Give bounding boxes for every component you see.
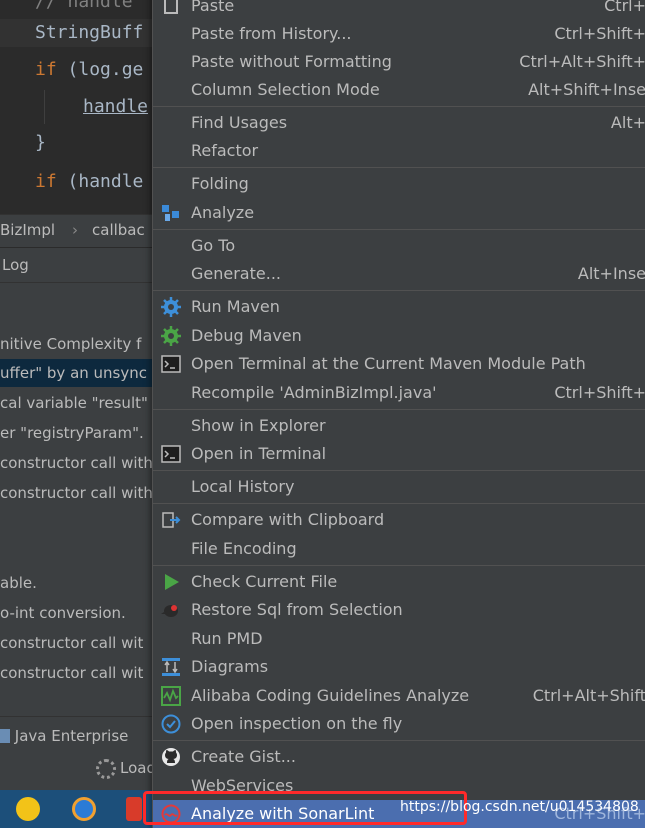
- code-line: handle: [83, 96, 149, 117]
- paste-icon: [164, 0, 178, 14]
- code-line-current: StringBuff: [0, 19, 160, 47]
- log-line[interactable]: able.: [0, 569, 37, 597]
- os-taskbar: [0, 790, 160, 828]
- breadcrumb-class[interactable]: BizImpl: [0, 221, 55, 239]
- terminal-icon: [161, 355, 181, 373]
- check-circle-icon: [161, 714, 181, 734]
- menu-item-generate[interactable]: Generate... Alt+Inse: [153, 260, 645, 288]
- indent-guide: [44, 90, 45, 124]
- menu-item-file-encoding[interactable]: File Encoding: [153, 535, 645, 563]
- log-line[interactable]: constructor call with: [0, 449, 153, 477]
- menu-item-check-current-file[interactable]: Check Current File: [153, 568, 645, 596]
- menu-item-paste-without-formatting[interactable]: Paste without Formatting Ctrl+Alt+Shift+: [153, 48, 645, 76]
- menu-item-open-terminal-maven[interactable]: Open Terminal at the Current Maven Modul…: [153, 350, 645, 378]
- mybatis-bird-icon: [161, 605, 178, 617]
- taskbar-app-icon[interactable]: [16, 797, 40, 821]
- menu-item-alibaba-analyze[interactable]: Alibaba Coding Guidelines Analyze Ctrl+A…: [153, 682, 645, 710]
- menu-item-compare-with-clipboard[interactable]: Compare with Clipboard: [153, 506, 645, 534]
- menu-item-column-selection-mode[interactable]: Column Selection Mode Alt+Shift+Inse: [153, 76, 645, 104]
- code-editor[interactable]: // handle StringBuff if (log.ge handle }…: [0, 0, 160, 213]
- taskbar-office-icon[interactable]: [126, 797, 142, 821]
- menu-item-create-gist[interactable]: Create Gist...: [153, 743, 645, 771]
- diagram-icon: [162, 658, 180, 676]
- menu-item-paste-from-history[interactable]: Paste from History... Ctrl+Shift+: [153, 20, 645, 48]
- menu-item-run-maven[interactable]: Run Maven: [153, 293, 645, 321]
- menu-separator: [153, 167, 645, 168]
- tab-java-enterprise[interactable]: Java Enterprise: [0, 727, 128, 745]
- menu-item-recompile[interactable]: Recompile 'AdminBizImpl.java' Ctrl+Shift…: [153, 379, 645, 407]
- code-line: }: [35, 132, 46, 153]
- breadcrumb: BizImpl › callbac: [0, 214, 160, 248]
- code-line: // handle: [35, 0, 133, 12]
- log-line[interactable]: nitive Complexity f: [0, 330, 141, 358]
- code-line: if (log.ge: [35, 59, 144, 80]
- menu-separator: [153, 740, 645, 741]
- menu-item-find-usages[interactable]: Find Usages Alt+: [153, 109, 645, 137]
- log-line[interactable]: er "registryParam".: [0, 419, 144, 447]
- breadcrumb-method[interactable]: callbac: [92, 221, 145, 239]
- context-menu: Paste Ctrl+ Paste from History... Ctrl+S…: [152, 0, 645, 828]
- log-line[interactable]: o-int conversion.: [0, 599, 126, 627]
- gear-icon: [161, 297, 181, 317]
- watermark-url: https://blog.csdn.net/u014534808: [400, 799, 639, 815]
- menu-item-paste[interactable]: Paste Ctrl+: [153, 0, 645, 20]
- menu-separator: [153, 565, 645, 566]
- menu-separator: [153, 229, 645, 230]
- code-line: if (handle: [35, 171, 144, 192]
- menu-separator: [153, 409, 645, 410]
- menu-separator: [153, 106, 645, 107]
- breadcrumb-separator: ›: [72, 221, 78, 239]
- compare-icon: [162, 512, 181, 528]
- loading-status: Load: [120, 759, 156, 777]
- log-panel-header: Log: [0, 248, 160, 283]
- menu-item-restore-sql[interactable]: Restore Sql from Selection: [153, 596, 645, 624]
- menu-item-local-history[interactable]: Local History: [153, 473, 645, 501]
- menu-separator: [153, 470, 645, 471]
- menu-item-go-to[interactable]: Go To: [153, 232, 645, 260]
- menu-item-refactor[interactable]: Refactor: [153, 137, 645, 165]
- analyze-icon: [162, 205, 179, 221]
- log-tab[interactable]: Log: [2, 256, 29, 274]
- loading-spinner-icon: [96, 759, 116, 779]
- menu-item-show-in-explorer[interactable]: Show in Explorer: [153, 412, 645, 440]
- play-icon: [165, 574, 179, 590]
- menu-item-debug-maven[interactable]: Debug Maven: [153, 322, 645, 350]
- log-line[interactable]: constructor call wit: [0, 629, 143, 657]
- menu-item-folding[interactable]: Folding: [153, 170, 645, 198]
- menu-item-open-in-terminal[interactable]: Open in Terminal: [153, 440, 645, 468]
- menu-item-run-pmd[interactable]: Run PMD: [153, 625, 645, 653]
- menu-item-open-inspection[interactable]: Open inspection on the fly: [153, 710, 645, 738]
- menu-item-analyze[interactable]: Analyze: [153, 199, 645, 227]
- java-enterprise-icon: [0, 729, 10, 743]
- menu-separator: [153, 503, 645, 504]
- terminal-icon: [161, 445, 181, 463]
- tool-window-bar: Java Enterprise Load: [0, 716, 160, 791]
- menu-item-diagrams[interactable]: Diagrams: [153, 653, 645, 681]
- alibaba-analyze-icon: [161, 686, 181, 706]
- log-panel[interactable]: nitive Complexity f uffer" by an unsync …: [0, 283, 160, 716]
- log-line[interactable]: constructor call with: [0, 479, 153, 507]
- taskbar-browser-icon[interactable]: [72, 797, 96, 821]
- gear-debug-icon: [161, 326, 181, 346]
- log-line[interactable]: constructor call wit: [0, 659, 143, 687]
- log-line[interactable]: cal variable "result": [0, 389, 148, 417]
- github-icon: [162, 748, 180, 766]
- log-line-selected[interactable]: uffer" by an unsync: [0, 359, 160, 387]
- menu-separator: [153, 290, 645, 291]
